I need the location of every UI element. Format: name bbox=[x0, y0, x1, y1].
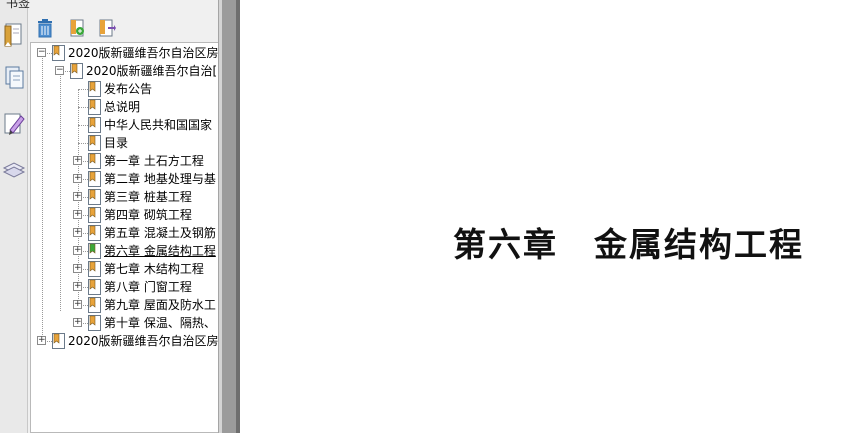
expand-toggle[interactable]: + bbox=[73, 210, 82, 219]
bookmark-label: 2020版新疆维吾尔自治[ bbox=[86, 64, 218, 78]
bookmark-icon bbox=[88, 279, 101, 295]
expand-toggle[interactable]: + bbox=[73, 264, 82, 273]
bookmark-arrow-icon bbox=[99, 19, 116, 37]
chapter-number: 第六章 bbox=[453, 225, 558, 264]
page-gutter bbox=[222, 0, 236, 433]
bookmark-icon bbox=[88, 153, 101, 169]
bookmark-item[interactable]: + 第五章 混凝土及钢筋 bbox=[31, 224, 245, 242]
bookmark-tree: −2020版新疆维吾尔自治区房 −2020版新疆维吾尔自治[发布公告 总说明 中华人民… bbox=[30, 42, 246, 433]
bookmark-label: 第十章 保温、隔热、 bbox=[104, 316, 216, 330]
bookmark-icon bbox=[88, 81, 101, 97]
bookmark-item[interactable]: 总说明 bbox=[31, 98, 245, 116]
expand-toggle[interactable]: + bbox=[73, 228, 82, 237]
bookmark-label: 2020版新疆维吾尔自治区房 bbox=[68, 46, 219, 60]
bookmark-label: 第三章 桩基工程 bbox=[104, 190, 192, 204]
bookmark-item[interactable]: 目录 bbox=[31, 134, 245, 152]
expand-toggle[interactable]: + bbox=[37, 336, 46, 345]
pages-panel-button[interactable] bbox=[2, 64, 26, 92]
bookmark-item[interactable]: 中华人民共和国国家 bbox=[31, 116, 245, 134]
bookmark-icon bbox=[88, 207, 101, 223]
bookmark-label: 总说明 bbox=[104, 100, 141, 114]
expand-toggle[interactable]: + bbox=[73, 282, 82, 291]
pages-icon bbox=[5, 66, 24, 89]
bookmark-label: 第七章 木结构工程 bbox=[104, 262, 204, 276]
bookmark-icon bbox=[88, 171, 101, 187]
bookmark-icon bbox=[88, 225, 101, 241]
bookmark-page-icon bbox=[4, 23, 22, 47]
chapter-title: 金属结构工程 bbox=[594, 225, 804, 264]
bookmark-icon bbox=[88, 99, 101, 115]
layers-icon bbox=[2, 162, 26, 178]
new-bookmark-icon bbox=[70, 19, 84, 37]
bookmark-item[interactable]: + 第三章 桩基工程 bbox=[31, 188, 245, 206]
bookmark-label: 第一章 土石方工程 bbox=[104, 154, 204, 168]
bookmark-icon bbox=[88, 261, 101, 277]
bookmarks-panel-button[interactable] bbox=[2, 22, 26, 50]
collapse-toggle[interactable]: − bbox=[55, 66, 64, 75]
tree-guide-line bbox=[78, 89, 88, 90]
bookmark-item[interactable]: 发布公告 bbox=[31, 80, 245, 98]
pencil-icon bbox=[4, 113, 25, 135]
trash-icon bbox=[38, 19, 52, 38]
bookmark-item[interactable]: − 2020版新疆维吾尔自治区房 bbox=[31, 44, 245, 62]
bookmark-item[interactable]: + 第八章 门窗工程 bbox=[31, 278, 245, 296]
bookmark-icon bbox=[88, 297, 101, 313]
bookmark-item[interactable]: + 第二章 地基处理与基 bbox=[31, 170, 245, 188]
bookmark-item[interactable]: + 第四章 砌筑工程 bbox=[31, 206, 245, 224]
bookmark-label: 发布公告 bbox=[104, 82, 153, 96]
bookmark-icon bbox=[70, 63, 83, 79]
bookmark-item[interactable]: + 第六章 金属结构工程 bbox=[31, 242, 245, 260]
expand-toggle[interactable]: + bbox=[73, 300, 82, 309]
expand-toggle[interactable]: + bbox=[73, 246, 82, 255]
bookmark-current-icon bbox=[88, 243, 101, 259]
bookmark-toolbar bbox=[28, 14, 218, 42]
bookmark-label: 2020版新疆维吾尔自治区房 bbox=[68, 334, 219, 348]
bookmark-icon bbox=[88, 315, 101, 331]
tree-guide-line bbox=[78, 107, 88, 108]
tree-guide-line bbox=[78, 125, 88, 126]
panel-title: 书签 bbox=[6, 0, 31, 10]
expand-toggle[interactable]: + bbox=[73, 192, 82, 201]
bookmark-item[interactable]: − 2020版新疆维吾尔自治[ bbox=[31, 62, 245, 80]
bookmark-label: 第八章 门窗工程 bbox=[104, 280, 192, 294]
bookmark-label: 第六章 金属结构工程 bbox=[104, 244, 216, 258]
bookmark-label: 第五章 混凝土及钢筋 bbox=[104, 226, 216, 240]
bookmark-label: 目录 bbox=[104, 136, 129, 150]
collapse-toggle[interactable]: − bbox=[37, 48, 46, 57]
bookmark-label: 第四章 砌筑工程 bbox=[104, 208, 192, 222]
bookmark-item[interactable]: + 第九章 屋面及防水工 bbox=[31, 296, 245, 314]
bookmark-item[interactable]: + 第一章 土石方工程 bbox=[31, 152, 245, 170]
navigation-strip bbox=[0, 0, 28, 433]
chapter-heading: 第六章 金属结构工程 bbox=[453, 218, 804, 266]
pdf-viewer-window: 书签 « bbox=[0, 0, 849, 433]
layers-panel-button[interactable] bbox=[2, 154, 26, 182]
expand-toggle[interactable]: + bbox=[73, 318, 82, 327]
bookmark-icon bbox=[52, 45, 65, 61]
tree-guide-line bbox=[78, 143, 88, 144]
expand-toggle[interactable]: + bbox=[73, 174, 82, 183]
bookmark-item[interactable]: + 第十章 保温、隔热、 bbox=[31, 314, 245, 332]
bookmark-label: 第九章 屋面及防水工 bbox=[104, 298, 216, 312]
expand-toggle[interactable]: + bbox=[73, 156, 82, 165]
new-bookmark-button[interactable] bbox=[68, 18, 90, 40]
annotations-panel-button[interactable] bbox=[2, 110, 26, 138]
bookmark-item[interactable]: + 第七章 木结构工程 bbox=[31, 260, 245, 278]
bookmark-icon bbox=[88, 117, 101, 133]
bookmark-panel: 书签 « bbox=[6, 0, 246, 433]
bookmark-properties-button[interactable] bbox=[98, 18, 120, 40]
bookmark-icon bbox=[52, 333, 65, 349]
bookmark-icon bbox=[88, 189, 101, 205]
delete-bookmark-button[interactable] bbox=[36, 18, 58, 40]
bookmark-label: 中华人民共和国国家 bbox=[104, 118, 213, 132]
bookmark-item[interactable]: +2020版新疆维吾尔自治区房 bbox=[31, 332, 245, 350]
bookmark-icon bbox=[88, 135, 101, 151]
document-page: 第六章 金属结构工程 bbox=[240, 0, 849, 433]
bookmark-label: 第二章 地基处理与基 bbox=[104, 172, 216, 186]
